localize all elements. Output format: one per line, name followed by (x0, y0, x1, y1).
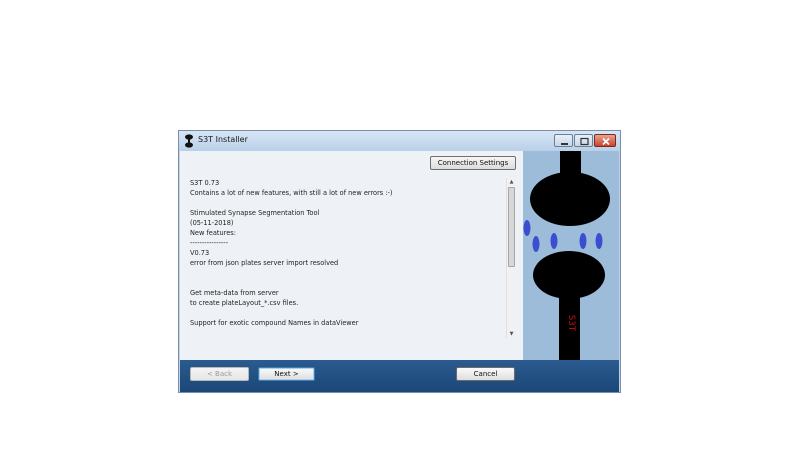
window-title: S3T Installer (198, 135, 248, 144)
note-line: error from json plates server import res… (190, 259, 339, 267)
restore-icon[interactable] (574, 134, 593, 147)
scroll-thumb[interactable] (508, 187, 515, 267)
note-line: Stimulated Synapse Segmentation Tool (190, 209, 320, 217)
synapse-illustration: S3T (523, 151, 610, 360)
vesicle (532, 236, 540, 252)
note-line: New features: (190, 229, 236, 237)
app-icon (185, 134, 193, 148)
connection-settings-button[interactable]: Connection Settings (430, 156, 516, 170)
button-bar: < Back Next > Cancel (180, 360, 619, 392)
release-notes-text[interactable]: S3T 0.73 Contains a lot of new features,… (190, 178, 506, 338)
note-line: Get meta-data from server (190, 289, 279, 297)
next-button[interactable]: Next > (258, 367, 315, 381)
scroll-down-icon[interactable]: ▼ (507, 330, 516, 338)
installer-window: S3T Installer Connection Settings S3T 0.… (178, 130, 621, 393)
cancel-button[interactable]: Cancel (456, 367, 515, 381)
note-line (190, 278, 506, 288)
close-icon[interactable] (594, 134, 616, 147)
note-line: Support for exotic compound Names in dat… (190, 319, 359, 327)
vesicle (579, 233, 587, 249)
note-line (190, 308, 506, 318)
note-line: ---------------- (190, 239, 229, 247)
vesicle (523, 220, 531, 236)
note-line: (05-11-2018) (190, 219, 234, 227)
back-button[interactable]: < Back (190, 367, 249, 381)
scroll-up-icon[interactable]: ▲ (507, 178, 516, 186)
title-bar[interactable]: S3T Installer (179, 131, 620, 151)
note-line: to create plateLayout_*.csv files. (190, 299, 299, 307)
axon-shaft (560, 151, 581, 173)
note-line: Contains a lot of new features, with sti… (190, 189, 393, 197)
note-line: S3T 0.73 (190, 179, 220, 187)
note-line: V0.73 (190, 249, 210, 257)
vertical-scrollbar[interactable]: ▲ ▼ (506, 178, 516, 338)
postsynaptic-terminal (533, 251, 605, 299)
vesicle (550, 233, 558, 249)
minimize-icon[interactable] (554, 134, 573, 147)
window-controls (554, 134, 616, 147)
note-line (190, 198, 506, 208)
note-line (190, 268, 506, 278)
s3t-vertical-label: S3T (566, 315, 576, 332)
presynaptic-terminal (530, 172, 610, 226)
synapse-graphic-panel: S3T (523, 151, 619, 360)
content-area: Connection Settings S3T 0.73 Contains a … (180, 151, 619, 360)
vesicle (595, 233, 603, 249)
